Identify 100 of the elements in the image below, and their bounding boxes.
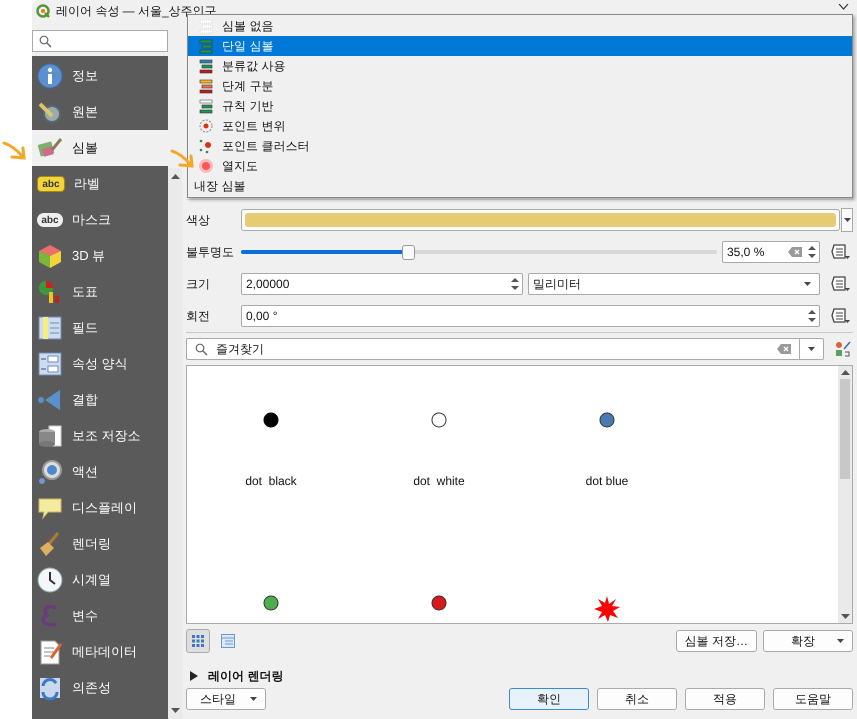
clear-icon[interactable] bbox=[777, 344, 791, 354]
field-label: 크기 bbox=[186, 276, 211, 292]
table-icon bbox=[36, 314, 64, 342]
sidebar-item[interactable]: 보조 저장소 bbox=[32, 418, 168, 454]
opacity-slider[interactable] bbox=[241, 244, 717, 260]
list-icon bbox=[221, 634, 235, 648]
menu-item[interactable]: 포인트 변위 bbox=[188, 116, 852, 136]
dot-symbol[interactable] bbox=[432, 596, 446, 610]
search-icon bbox=[195, 342, 208, 356]
caret-icon[interactable] bbox=[808, 347, 815, 351]
tag-icon: abc bbox=[37, 213, 63, 227]
scrollbar-thumb[interactable] bbox=[840, 379, 850, 479]
caret-icon bbox=[837, 639, 844, 643]
clear-icon[interactable] bbox=[788, 247, 802, 257]
close-icon[interactable] bbox=[838, 4, 849, 10]
star-symbol[interactable] bbox=[593, 595, 621, 623]
scroll-up-icon[interactable] bbox=[170, 174, 180, 179]
symbol-name: dot white bbox=[413, 474, 465, 488]
form-icon bbox=[36, 350, 64, 378]
sidebar-item[interactable]: 메타데이터 bbox=[32, 634, 168, 670]
sidebar-item[interactable]: 3D 뷰 bbox=[32, 238, 168, 274]
dialog-button[interactable]: 취소 bbox=[597, 688, 677, 710]
sidebar-item[interactable]: 속성 양식 bbox=[32, 346, 168, 382]
info-icon bbox=[36, 62, 64, 90]
search-field[interactable]: 즐겨찾기 bbox=[186, 338, 824, 360]
menu-item[interactable]: 단계 구분 bbox=[188, 76, 852, 96]
icon-view-button[interactable] bbox=[186, 629, 210, 653]
search-field[interactable] bbox=[32, 30, 168, 52]
data-defined-icon[interactable] bbox=[831, 244, 851, 260]
menu-item[interactable]: 내장 심볼 bbox=[188, 176, 852, 196]
empty-bars-icon bbox=[198, 18, 214, 34]
menu-item[interactable]: 분류값 사용 bbox=[188, 56, 852, 76]
expand-arrow-icon bbox=[190, 671, 198, 681]
dialog-button[interactable]: 적용 bbox=[685, 688, 765, 710]
tag-icon: abc bbox=[37, 176, 65, 192]
advanced-button[interactable]: 확장 bbox=[763, 630, 853, 652]
save-symbol-button[interactable]: 심볼 저장… bbox=[676, 630, 757, 652]
scroll-down-icon[interactable] bbox=[170, 708, 180, 713]
style-manager-icon[interactable] bbox=[835, 341, 851, 357]
target-icon bbox=[198, 118, 214, 134]
bars-icon bbox=[198, 38, 214, 54]
sidebar-item[interactable]: 원본 bbox=[32, 94, 168, 130]
caret-icon bbox=[844, 218, 850, 222]
heat-icon bbox=[198, 158, 214, 174]
menu-item[interactable]: 단일 심볼 bbox=[188, 36, 852, 56]
size-spinbox[interactable]: 2,00000 bbox=[241, 273, 523, 295]
sidebar-item[interactable]: 심볼 bbox=[32, 130, 168, 166]
data-defined-icon[interactable] bbox=[831, 276, 851, 292]
dot-symbol[interactable] bbox=[432, 412, 446, 428]
menu-item[interactable]: 규칙 기반 bbox=[188, 96, 852, 116]
data-defined-icon[interactable] bbox=[831, 308, 851, 324]
field-label: 회전 bbox=[186, 308, 211, 324]
bars-icon bbox=[198, 58, 214, 74]
search-icon bbox=[39, 34, 52, 48]
sidebar-item[interactable]: abc 라벨 bbox=[32, 166, 168, 202]
menu-item[interactable]: 포인트 클러스터 bbox=[188, 136, 852, 156]
spin-arrows-icon[interactable] bbox=[808, 309, 816, 323]
style-button[interactable]: 스타일 bbox=[186, 688, 266, 710]
spin-arrows-icon[interactable] bbox=[808, 245, 816, 259]
spin-arrows-icon[interactable] bbox=[511, 277, 519, 291]
annotation-arrow bbox=[170, 148, 196, 170]
rotation-spinbox[interactable]: 0,00 ° bbox=[241, 305, 820, 327]
menu-item[interactable]: 심볼 없음 bbox=[188, 16, 852, 36]
grid-icon bbox=[191, 634, 205, 648]
field-label: 색상 bbox=[186, 212, 211, 228]
sidebar-item[interactable]: abc 마스크 bbox=[32, 202, 168, 238]
app-logo-icon bbox=[36, 4, 50, 18]
sidebar-item[interactable]: 액션 bbox=[32, 454, 168, 490]
collapsible-group[interactable]: 레이어 렌더링 bbox=[186, 666, 853, 686]
scroll-up-icon[interactable] bbox=[840, 370, 850, 375]
sidebar-item[interactable]: 시계열 bbox=[32, 562, 168, 598]
symbol-name: dot blue bbox=[586, 474, 628, 488]
slider-handle[interactable] bbox=[402, 245, 415, 260]
scroll-down-icon[interactable] bbox=[840, 614, 850, 619]
sidebar-item[interactable]: 필드 bbox=[32, 310, 168, 346]
bars-icon bbox=[198, 78, 214, 94]
field-label: 불투명도 bbox=[186, 244, 235, 260]
dialog-button[interactable]: 확인 bbox=[509, 688, 589, 710]
sidebar-item[interactable]: 도표 bbox=[32, 274, 168, 310]
sidebar-item[interactable]: 결합 bbox=[32, 382, 168, 418]
sidebar-item[interactable]: 디스플레이 bbox=[32, 490, 168, 526]
dot-symbol[interactable] bbox=[600, 412, 614, 428]
color-button[interactable] bbox=[241, 209, 840, 231]
opacity-spinbox[interactable]: 35,0 % bbox=[722, 241, 820, 263]
gear-icon bbox=[36, 458, 64, 486]
caret-icon bbox=[250, 697, 257, 701]
sidebar-item[interactable]: 정보 bbox=[32, 58, 168, 94]
dialog-button[interactable]: 도움말 bbox=[773, 688, 853, 710]
bars-icon bbox=[198, 98, 214, 114]
menu-item[interactable]: 열지도 bbox=[188, 156, 852, 176]
dropdown-button[interactable] bbox=[841, 208, 853, 232]
sidebar-item[interactable]: 변수 bbox=[32, 598, 168, 634]
sidebar-item[interactable]: 렌더링 bbox=[32, 526, 168, 562]
dots-icon bbox=[198, 138, 214, 154]
sidebar-item[interactable]: 의존성 bbox=[32, 670, 168, 706]
dot-symbol[interactable] bbox=[264, 412, 278, 428]
unit-dropdown[interactable]: 밀리미터 bbox=[528, 273, 820, 295]
dot-symbol[interactable] bbox=[264, 596, 278, 610]
caret-icon bbox=[804, 282, 811, 286]
symbol-name: dot black bbox=[245, 474, 297, 488]
